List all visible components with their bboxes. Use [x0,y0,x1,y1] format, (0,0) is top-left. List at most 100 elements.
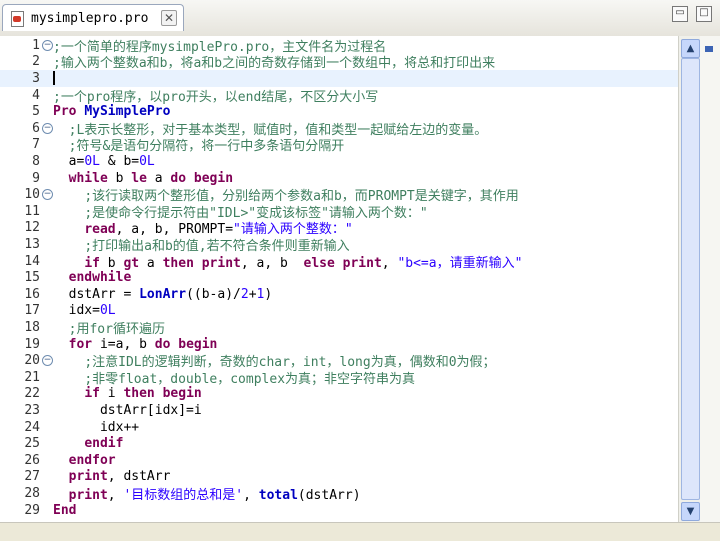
code-token: idx= [53,303,100,319]
code-token: 0L [139,153,155,169]
fold-toggle-icon[interactable]: − [42,355,53,367]
fold-toggle-icon[interactable]: − [42,122,53,134]
code-token: ((b-a)/ [186,286,241,302]
code-line[interactable]: 26 endfor [0,452,678,469]
code-token: ;符号&是语句分隔符，将一行中多条语句分隔开 [68,139,345,155]
pro-file-icon [9,10,25,27]
code-line[interactable]: 29 End [0,502,678,519]
maximize-icon[interactable]: □ [696,6,712,22]
code-token: ;用for循环遍历 [68,321,165,337]
code-token: 2 [240,286,249,302]
line-number: 24 [24,419,40,435]
line-number: 4 [32,87,40,103]
code-line[interactable]: 3 [0,70,678,87]
tab-mysimplepro[interactable]: mysimplepro.pro ✕ [2,4,184,31]
line-number: 21 [24,369,40,385]
ruler-marker[interactable] [705,46,713,52]
code-token: , a, b [240,255,304,271]
line-number: 8 [32,153,40,169]
code-token: i [99,386,124,402]
code-text: endif [53,436,123,451]
line-number: 3 [32,70,40,86]
code-text: a=0L & b=0L [53,154,155,169]
line-number: 28 [24,485,40,501]
line-number: 27 [24,469,40,485]
code-line[interactable]: 11 ;是使命令行提示符由"IDL>"变成该标签"请输入两个数：" [0,203,678,221]
line-number: 16 [24,286,40,302]
code-line[interactable]: 24 idx++ [0,419,678,436]
line-number: 17 [24,303,40,319]
scroll-up-icon[interactable]: ▲ [681,39,700,58]
code-line[interactable]: 7 ;符号&是语句分隔符，将一行中多条语句分隔开 [0,137,678,154]
code-line[interactable]: 17 idx=0L [0,303,678,320]
tab-label: mysimplepro.pro [31,10,149,26]
code-line[interactable]: 14 if b gt a then print, a, b else print… [0,253,678,271]
code-line[interactable]: 23 dstArr[idx]=i [0,402,678,419]
code-line[interactable]: 8 a=0L & b=0L [0,153,678,170]
fold-toggle-icon[interactable]: − [42,189,53,201]
line-number: 14 [24,253,40,269]
code-token: a= [53,153,85,169]
code-token: do begin [170,170,234,186]
code-line[interactable]: 27 print, dstArr [0,469,678,486]
code-line[interactable]: 12 read, a, b, PROMPT="请输入两个整数：" [0,220,678,237]
code-text: endfor [53,453,116,468]
code-token: End [53,502,77,518]
line-number: 7 [32,137,40,153]
code-line[interactable]: 25 endif [0,435,678,452]
code-token: then print [162,255,241,271]
code-token: '目标数组的总和是' [123,487,244,503]
code-line[interactable]: 4 ;一个pro程序，以pro开头，以end结尾，不区分大小写 [0,87,678,105]
vertical-scrollbar[interactable]: ▲ ▼ [678,36,701,522]
minimize-icon[interactable]: ▭ [672,6,688,22]
code-line[interactable]: 5 Pro MySimplePro [0,103,678,120]
code-editor[interactable]: 1− ;一个简单的程序mysimplePro.pro，主文件名为过程名 2 ;输入两个… [0,36,678,522]
code-text: idx++ [53,420,139,435]
scrollbar-thumb[interactable] [681,58,700,500]
line-number: 25 [24,436,40,452]
code-token: ) [264,286,273,302]
code-line[interactable]: 13 ;打印输出a和b的值,若不符合条件则重新输入 [0,236,678,254]
code-line[interactable]: 1− ;一个简单的程序mysimplePro.pro，主文件名为过程名 [0,37,678,55]
code-line[interactable]: 15 endwhile [0,269,678,286]
code-text: while b le a do begin [53,171,233,186]
code-line[interactable]: 18 ;用for循环遍历 [0,319,678,337]
scroll-down-icon[interactable]: ▼ [681,502,700,521]
code-token: if [84,255,100,271]
code-token: + [248,286,257,302]
code-line[interactable]: 9 while b le a do begin [0,170,678,187]
code-token: dstArr[idx]=i [53,402,202,418]
line-number: 10 [24,187,40,203]
code-token: a [139,255,163,271]
code-text: dstArr[idx]=i [53,403,202,418]
code-token: b [99,255,124,271]
code-line[interactable]: 16 dstArr = LonArr((b-a)/2+1) [0,286,678,303]
fold-toggle-icon[interactable]: − [42,39,53,51]
code-line[interactable]: 2 ;输入两个整数a和b，将a和b之间的奇数存储到一个数组中，将总和打印出来 [0,54,678,71]
close-icon[interactable]: ✕ [161,10,177,26]
code-token: & b= [99,153,140,169]
code-token: do begin [154,336,218,352]
line-number: 26 [24,452,40,468]
code-line[interactable]: 10− ;该行读取两个整形值，分别给两个参数a和b，而PROMPT是关键字，其作… [0,186,678,204]
code-text: endwhile [53,270,132,285]
code-line[interactable]: 22 if i then begin [0,386,678,403]
code-line[interactable]: 19 for i=a, b do begin [0,336,678,353]
code-text: if i then begin [53,386,201,402]
code-line[interactable]: 20− ;注意IDL的逻辑判断，奇数的char，int，long为真，偶数和0为… [0,352,678,370]
code-line[interactable]: 21 ;非零float，double，complex为真；非空字符串为真 [0,369,678,387]
line-number: 5 [32,104,40,120]
code-token: else print [303,255,382,271]
code-line[interactable]: 6− ;L表示长整形，对于基本类型，赋值时，值和类型一起赋给左边的变量。 [0,120,678,138]
code-text: print, dstArr [53,469,171,484]
code-line[interactable]: 28 print, '目标数组的总和是', total(dstArr) [0,485,678,503]
